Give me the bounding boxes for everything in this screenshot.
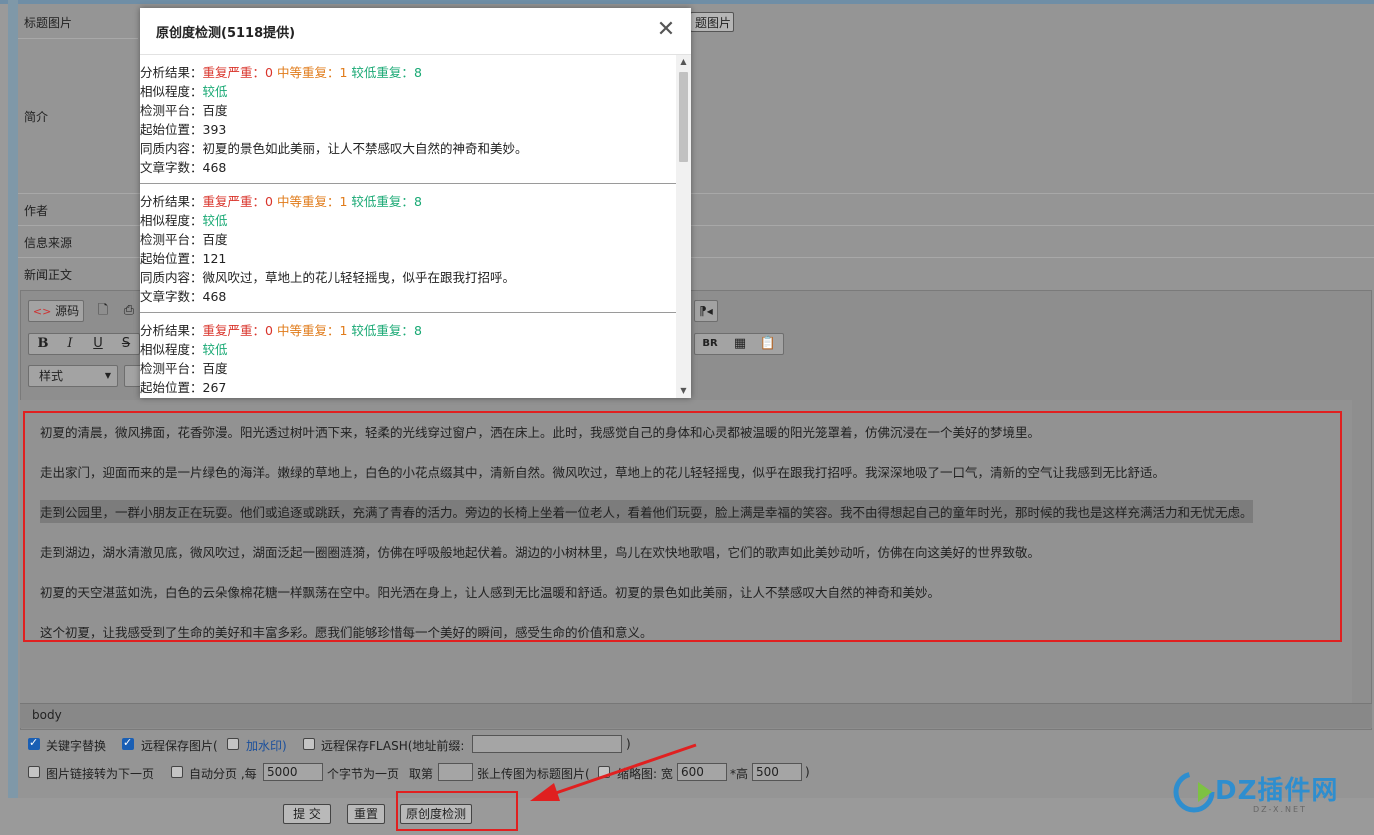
- remote-save-images-label: 远程保存图片(: [141, 739, 218, 753]
- remote-save-images-checkbox[interactable]: [122, 736, 134, 750]
- take-nth-label: 取第: [409, 767, 434, 781]
- underline-button[interactable]: U: [88, 334, 108, 354]
- word-count-line: 文章字数：468: [140, 289, 227, 304]
- auto-paging-label: 自动分页 ,每: [189, 767, 257, 781]
- watermark-brand: DZ插件网: [1215, 776, 1339, 806]
- label-author: 作者: [24, 204, 49, 218]
- platform-line: 检测平台：百度: [140, 232, 228, 247]
- similarity-line: 相似程度：较低: [140, 84, 228, 99]
- remote-save-flash-label: 远程保存FLASH(地址前缀:: [321, 739, 465, 753]
- style-select-value: 样式: [39, 369, 64, 383]
- chars-per-page-suffix: 个字节为一页: [327, 767, 400, 781]
- start-position-line: 起始位置：121: [140, 251, 227, 266]
- element-path: body: [32, 708, 62, 722]
- button-highlight-box: [396, 791, 518, 831]
- preview-icon[interactable]: 🗋: [93, 301, 113, 321]
- style-select[interactable]: 样式 ▼: [28, 365, 118, 387]
- italic-button[interactable]: I: [60, 334, 80, 354]
- source-icon: <>: [32, 305, 52, 318]
- label-summary: 简介: [24, 110, 49, 124]
- reset-button[interactable]: 重置: [347, 804, 385, 824]
- word-count-line: 文章字数：468: [140, 160, 227, 175]
- scroll-down-icon[interactable]: ▼: [676, 384, 691, 398]
- dialog-scrollbar[interactable]: ▲ ▼: [676, 55, 691, 398]
- watermark-subtext: DZ-X.NET: [1253, 805, 1307, 814]
- image-link-next-checkbox[interactable]: [28, 766, 40, 778]
- keyword-replace-label: 关键字替换: [46, 739, 107, 753]
- label-body: 新闻正文: [24, 268, 73, 282]
- label-source: 信息来源: [24, 236, 73, 250]
- rtl-icon[interactable]: ⁋◂: [694, 300, 718, 322]
- result-item: 分析结果：重复严重：0 中等重复：1 较低重复：8 相似程度：较低 检测平台：百…: [140, 184, 676, 313]
- dialog-title: 原创度检测(5118提供): [156, 26, 296, 41]
- paste-icon[interactable]: 📋: [758, 334, 778, 354]
- image-link-next-label: 图片链接转为下一页: [46, 767, 155, 781]
- platform-line: 检测平台：百度: [140, 361, 228, 376]
- dialog-header: 原创度检测(5118提供) ✕: [140, 8, 691, 55]
- scroll-thumb[interactable]: [679, 72, 688, 162]
- analysis-line: 分析结果：重复严重：0 中等重复：1 较低重复：8: [140, 323, 422, 338]
- print-icon[interactable]: ⎙: [119, 301, 139, 321]
- remote-save-flash-checkbox[interactable]: [303, 738, 315, 750]
- analysis-line: 分析结果：重复严重：0 中等重复：1 较低重复：8: [140, 65, 422, 80]
- similarity-line: 相似程度：较低: [140, 342, 228, 357]
- analysis-line: 分析结果：重复严重：0 中等重复：1 较低重复：8: [140, 194, 422, 209]
- dialog-body: 分析结果：重复严重：0 中等重复：1 较低重复：8 相似程度：较低 检测平台：百…: [140, 55, 676, 398]
- source-button[interactable]: <> 源码: [28, 300, 84, 322]
- chars-per-page-input[interactable]: 5000: [263, 763, 323, 781]
- same-content-line: 同质内容：微风吹过，草地上的花儿轻轻摇曳，似乎在跟我打招呼。: [140, 270, 516, 285]
- watermark-checkbox[interactable]: [227, 738, 239, 750]
- divider: [18, 38, 138, 39]
- editor-status-bar: body: [20, 703, 1372, 728]
- title-image-index-input[interactable]: [438, 763, 473, 781]
- close-icon[interactable]: ✕: [655, 19, 677, 41]
- platform-line: 检测平台：百度: [140, 103, 228, 118]
- same-content-line: 同质内容：初夏的景色如此美丽，让人不禁感叹大自然的神奇和美妙。: [140, 141, 528, 156]
- result-item: 分析结果：重复严重：0 中等重复：1 较低重复：8 相似程度：较低 检测平台：百…: [140, 313, 676, 398]
- scroll-up-icon[interactable]: ▲: [676, 55, 691, 69]
- title-image-button[interactable]: 题图片: [690, 12, 734, 32]
- thumb-height-label: *高: [730, 767, 749, 781]
- thumb-close-paren: ): [805, 765, 810, 779]
- keyword-replace-checkbox[interactable]: [28, 736, 40, 750]
- annotation-arrow: [530, 743, 697, 801]
- chevron-down-icon: ▼: [104, 371, 111, 380]
- submit-button[interactable]: 提 交: [283, 804, 331, 824]
- watermark-logo-icon: [1173, 771, 1215, 813]
- bold-button[interactable]: B: [33, 334, 53, 354]
- strike-button[interactable]: S: [116, 334, 136, 354]
- auto-paging-checkbox[interactable]: [171, 766, 183, 778]
- thumb-height-input[interactable]: 500: [752, 763, 802, 781]
- start-position-line: 起始位置：393: [140, 122, 227, 137]
- label-title-image: 标题图片: [24, 16, 73, 30]
- start-position-line: 起始位置：267: [140, 380, 227, 395]
- page-break-icon[interactable]: BR: [700, 334, 720, 354]
- highlight-annotation-box: [23, 411, 1342, 642]
- watermark-label[interactable]: 加水印): [246, 737, 287, 754]
- left-rail: [8, 0, 18, 798]
- originality-dialog: 原创度检测(5118提供) ✕ 分析结果：重复严重：0 中等重复：1 较低重复：…: [140, 8, 691, 398]
- similarity-line: 相似程度：较低: [140, 213, 228, 228]
- source-label: 源码: [55, 304, 80, 318]
- table-icon[interactable]: ▦: [730, 334, 750, 354]
- result-item: 分析结果：重复严重：0 中等重复：1 较低重复：8 相似程度：较低 检测平台：百…: [140, 55, 676, 184]
